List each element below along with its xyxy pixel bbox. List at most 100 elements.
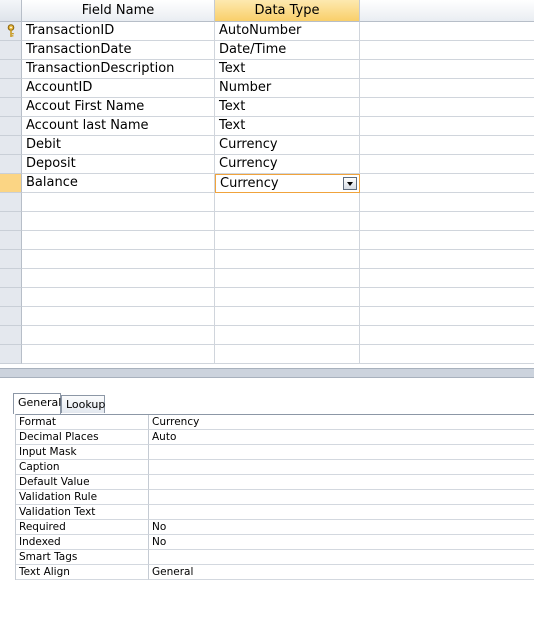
description-cell[interactable]: [360, 307, 534, 326]
field-name-cell[interactable]: [22, 193, 215, 212]
property-value-input[interactable]: No: [149, 535, 534, 550]
property-value-input[interactable]: [149, 475, 534, 490]
data-type-cell[interactable]: Currency: [215, 155, 360, 174]
field-row[interactable]: Accout First Name Text: [0, 98, 534, 117]
field-name-cell[interactable]: TransactionDate: [22, 41, 215, 60]
data-type-cell[interactable]: [215, 193, 360, 212]
field-name-cell[interactable]: TransactionID: [22, 22, 215, 41]
field-name-cell[interactable]: Debit: [22, 136, 215, 155]
description-cell[interactable]: [360, 326, 534, 345]
row-selector[interactable]: [0, 117, 22, 136]
field-row[interactable]: TransactionID AutoNumber: [0, 22, 534, 41]
empty-field-row[interactable]: [0, 307, 534, 326]
field-row[interactable]: Debit Currency: [0, 136, 534, 155]
row-selector[interactable]: [0, 288, 22, 307]
description-cell[interactable]: [360, 155, 534, 174]
data-type-cell[interactable]: [215, 231, 360, 250]
row-selector[interactable]: [0, 269, 22, 288]
description-cell[interactable]: [360, 174, 534, 193]
description-cell[interactable]: [360, 345, 534, 364]
data-type-cell[interactable]: [215, 250, 360, 269]
description-column-header[interactable]: [360, 0, 534, 22]
empty-field-row[interactable]: [0, 193, 534, 212]
data-type-cell[interactable]: Date/Time: [215, 41, 360, 60]
dropdown-arrow-icon[interactable]: [343, 177, 357, 190]
field-name-cell[interactable]: Accout First Name: [22, 98, 215, 117]
data-type-cell[interactable]: [215, 307, 360, 326]
field-name-column-header[interactable]: Field Name: [22, 0, 215, 22]
data-type-cell[interactable]: [215, 269, 360, 288]
property-value-input[interactable]: [149, 490, 534, 505]
data-type-cell[interactable]: Text: [215, 117, 360, 136]
tab-general[interactable]: General: [13, 393, 61, 414]
description-cell[interactable]: [360, 288, 534, 307]
empty-field-row[interactable]: [0, 326, 534, 345]
data-type-cell[interactable]: Number: [215, 79, 360, 98]
select-all-corner[interactable]: [0, 0, 22, 22]
description-cell[interactable]: [360, 212, 534, 231]
pane-splitter[interactable]: [0, 368, 534, 378]
row-selector[interactable]: [0, 79, 22, 98]
data-type-cell[interactable]: [215, 326, 360, 345]
field-name-cell[interactable]: [22, 212, 215, 231]
data-type-cell[interactable]: [215, 345, 360, 364]
row-selector[interactable]: [0, 193, 22, 212]
description-cell[interactable]: [360, 98, 534, 117]
description-cell[interactable]: [360, 79, 534, 98]
description-cell[interactable]: [360, 250, 534, 269]
empty-field-row[interactable]: [0, 269, 534, 288]
empty-field-row[interactable]: [0, 231, 534, 250]
property-value-input[interactable]: [149, 505, 534, 520]
description-cell[interactable]: [360, 269, 534, 288]
property-value-input[interactable]: Auto: [149, 430, 534, 445]
row-selector[interactable]: [0, 22, 22, 41]
data-type-select[interactable]: Currency: [215, 174, 360, 193]
field-name-cell[interactable]: Deposit: [22, 155, 215, 174]
description-cell[interactable]: [360, 41, 534, 60]
field-row[interactable]: TransactionDescription Text: [0, 60, 534, 79]
data-type-cell[interactable]: [215, 212, 360, 231]
property-value-input[interactable]: General: [149, 565, 534, 580]
data-type-cell[interactable]: Text: [215, 98, 360, 117]
field-name-cell[interactable]: AccountID: [22, 79, 215, 98]
row-selector[interactable]: [0, 212, 22, 231]
description-cell[interactable]: [360, 136, 534, 155]
field-name-cell[interactable]: [22, 288, 215, 307]
description-cell[interactable]: [360, 117, 534, 136]
property-value-input[interactable]: No: [149, 520, 534, 535]
row-selector[interactable]: [0, 307, 22, 326]
field-row[interactable]: AccountID Number: [0, 79, 534, 98]
row-selector[interactable]: [0, 60, 22, 79]
description-cell[interactable]: [360, 193, 534, 212]
data-type-cell[interactable]: Currency: [215, 136, 360, 155]
data-type-cell[interactable]: [215, 288, 360, 307]
row-selector[interactable]: [0, 136, 22, 155]
field-name-cell[interactable]: [22, 307, 215, 326]
property-value-input[interactable]: [149, 550, 534, 565]
field-name-cell[interactable]: [22, 231, 215, 250]
description-cell[interactable]: [360, 60, 534, 79]
empty-field-row[interactable]: [0, 212, 534, 231]
row-selector[interactable]: [0, 231, 22, 250]
field-name-cell[interactable]: [22, 326, 215, 345]
field-row[interactable]: TransactionDate Date/Time: [0, 41, 534, 60]
data-type-cell[interactable]: AutoNumber: [215, 22, 360, 41]
data-type-column-header[interactable]: Data Type: [215, 0, 360, 22]
row-selector[interactable]: [0, 250, 22, 269]
field-name-cell[interactable]: [22, 269, 215, 288]
empty-field-row[interactable]: [0, 288, 534, 307]
description-cell[interactable]: [360, 22, 534, 41]
row-selector[interactable]: [0, 174, 22, 193]
field-name-cell[interactable]: TransactionDescription: [22, 60, 215, 79]
field-row[interactable]: Balance Currency: [0, 174, 534, 193]
row-selector[interactable]: [0, 345, 22, 364]
data-type-cell[interactable]: Text: [215, 60, 360, 79]
property-value-input[interactable]: [149, 460, 534, 475]
row-selector[interactable]: [0, 326, 22, 345]
field-row[interactable]: Account last Name Text: [0, 117, 534, 136]
tab-lookup[interactable]: Lookup: [61, 395, 105, 413]
field-name-cell[interactable]: [22, 345, 215, 364]
property-value-input[interactable]: [149, 445, 534, 460]
field-name-cell[interactable]: Balance: [22, 174, 215, 193]
field-name-cell[interactable]: [22, 250, 215, 269]
